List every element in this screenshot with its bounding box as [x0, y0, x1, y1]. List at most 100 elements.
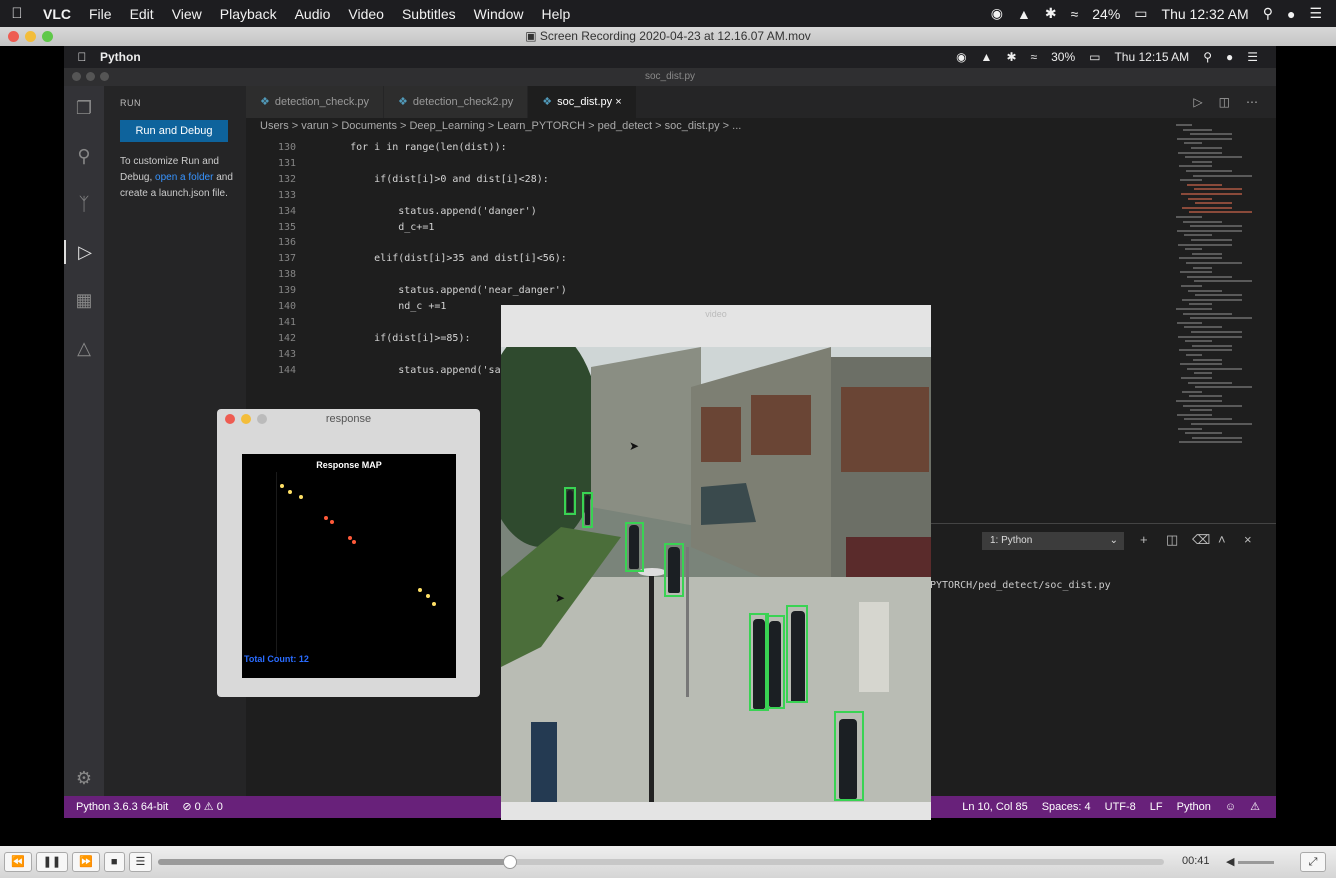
zoom-window-button[interactable]	[42, 31, 53, 42]
code-line[interactable]: 130 for i in range(len(dist)):	[246, 140, 507, 156]
tab-detection-check[interactable]: ❖ detection_check.py	[246, 86, 385, 118]
menu-view[interactable]: View	[163, 6, 211, 22]
open-folder-link[interactable]: open a folder	[155, 172, 213, 183]
minimize-window-button[interactable]	[241, 414, 251, 424]
settings-gear-icon[interactable]: ⚙	[72, 766, 96, 790]
menu-audio[interactable]: Audio	[286, 6, 340, 22]
menu-file[interactable]: File	[80, 6, 121, 22]
vlc-cone-icon[interactable]: ▲	[1017, 6, 1031, 22]
vlc-cone-icon: ▲	[980, 50, 993, 64]
code-line[interactable]: 135 d_c+=1	[246, 220, 434, 236]
code-line[interactable]: 144 status.append('safe')	[246, 363, 525, 379]
close-window-button[interactable]	[8, 31, 19, 42]
minimap-line	[1185, 156, 1242, 159]
code-line[interactable]: 133	[246, 188, 326, 204]
battery-percent[interactable]: 24%	[1092, 6, 1120, 22]
activity-bar: ❐ ⚲ ᛉ ▷ ▦ △ ⚙	[64, 86, 104, 796]
tab-soc-dist[interactable]: ❖ soc_dist.py ×	[528, 86, 637, 118]
minimize-window-button[interactable]	[25, 31, 36, 42]
bluetooth-icon[interactable]: ✱	[1045, 5, 1057, 22]
spotlight-search-icon[interactable]: ⚲	[1263, 5, 1273, 22]
line-number: 131	[277, 157, 296, 169]
clock[interactable]: Thu 12:32 AM	[1162, 6, 1249, 22]
bell-icon[interactable]: ⚠	[1250, 796, 1260, 818]
feedback-icon[interactable]: ☺	[1225, 796, 1236, 818]
new-terminal-icon[interactable]: +	[1140, 532, 1148, 547]
code-line[interactable]: 136	[246, 235, 326, 251]
menu-edit[interactable]: Edit	[121, 6, 163, 22]
code-line[interactable]: 131	[246, 156, 326, 172]
minimap-line	[1191, 331, 1242, 333]
code-line[interactable]: 138	[246, 267, 326, 283]
explorer-icon[interactable]: ❐	[72, 96, 96, 120]
code-line[interactable]: 141	[246, 315, 326, 331]
maximize-panel-icon[interactable]: ˄	[1218, 532, 1226, 547]
breadcrumb[interactable]: Users > varun > Documents > Deep_Learnin…	[260, 120, 1060, 136]
extensions-icon[interactable]: ▦	[72, 288, 96, 312]
line-number: 138	[277, 269, 296, 281]
pause-button[interactable]: ❚❚	[35, 852, 69, 872]
minimap-line	[1190, 409, 1212, 412]
map-point	[352, 540, 356, 544]
apple-icon[interactable]: 	[0, 5, 34, 22]
wifi-icon[interactable]: ≈	[1071, 6, 1079, 22]
run-file-icon[interactable]: ▷	[1193, 95, 1202, 109]
problems-count[interactable]: ⊘ 0 ⚠ 0	[182, 796, 222, 818]
map-point	[432, 602, 436, 606]
rewind-button[interactable]: ⏪	[4, 852, 32, 872]
trash-icon[interactable]: ⌫	[1192, 532, 1210, 548]
menu-subtitles[interactable]: Subtitles	[393, 6, 465, 22]
notification-center-icon: ☰	[1247, 50, 1258, 64]
minimap-line	[1191, 147, 1222, 149]
seek-bar[interactable]	[158, 855, 1164, 869]
code-line[interactable]: 140 nd_c +=1	[246, 299, 446, 315]
menu-window[interactable]: Window	[465, 6, 533, 22]
notification-center-icon[interactable]: ☰	[1309, 5, 1322, 22]
indentation[interactable]: Spaces: 4	[1042, 796, 1091, 818]
cursor-position[interactable]: Ln 10, Col 85	[962, 796, 1027, 818]
menu-playback[interactable]: Playback	[211, 6, 286, 22]
run-debug-icon[interactable]: ▷	[64, 240, 104, 264]
language-mode[interactable]: Python	[1177, 796, 1211, 818]
menu-help[interactable]: Help	[532, 6, 579, 22]
close-tab-icon[interactable]: ×	[615, 96, 621, 108]
minimap-line	[1195, 294, 1242, 297]
line-ending[interactable]: LF	[1150, 796, 1163, 818]
recorded-app-name: Python	[100, 50, 141, 64]
code-line[interactable]: 139 status.append('near_danger')	[246, 283, 567, 299]
close-window-button[interactable]	[225, 414, 235, 424]
seek-handle[interactable]	[503, 855, 518, 869]
line-number: 132	[277, 173, 296, 185]
code-line[interactable]: 143	[246, 347, 326, 363]
detection-box	[625, 522, 644, 572]
more-actions-icon[interactable]: ⋯	[1246, 95, 1258, 109]
menu-vlc[interactable]: VLC	[34, 6, 80, 22]
fast-forward-button[interactable]: ⏩	[72, 852, 100, 872]
minimap-line	[1187, 183, 1222, 186]
tab-detection-check2[interactable]: ❖ detection_check2.py	[384, 86, 529, 118]
split-editor-icon[interactable]: ◫	[1219, 95, 1230, 109]
code-line[interactable]: 137 elif(dist[i]>35 and dist[i]<56):	[246, 251, 567, 267]
menu-video[interactable]: Video	[339, 6, 393, 22]
code-line[interactable]: 142 if(dist[i]>=85):	[246, 331, 471, 347]
map-point	[330, 520, 334, 524]
playlist-button[interactable]: ☰	[128, 852, 153, 872]
terminal-select[interactable]: 1: Python ⌄	[982, 532, 1124, 550]
testing-flask-icon[interactable]: △	[72, 336, 96, 360]
record-icon[interactable]: ◉	[991, 5, 1003, 22]
stop-button[interactable]: ■	[103, 852, 125, 872]
search-icon[interactable]: ⚲	[72, 144, 96, 168]
siri-icon[interactable]: ●	[1287, 6, 1295, 22]
code-line[interactable]: 132 if(dist[i]>0 and dist[i]<28):	[246, 172, 549, 188]
python-interpreter[interactable]: Python 3.6.3 64-bit	[76, 796, 168, 818]
minimap[interactable]	[1168, 124, 1268, 454]
zoom-window-button[interactable]	[257, 414, 267, 424]
close-panel-icon[interactable]: ×	[1244, 532, 1252, 547]
fullscreen-button[interactable]: ⤢	[1300, 852, 1326, 872]
code-line[interactable]: 134 status.append('danger')	[246, 204, 537, 220]
volume-slider[interactable]	[1238, 861, 1274, 864]
encoding[interactable]: UTF-8	[1105, 796, 1136, 818]
run-and-debug-button[interactable]: Run and Debug	[120, 120, 228, 142]
source-control-icon[interactable]: ᛉ	[72, 192, 96, 216]
split-terminal-icon[interactable]: ◫	[1166, 532, 1178, 548]
